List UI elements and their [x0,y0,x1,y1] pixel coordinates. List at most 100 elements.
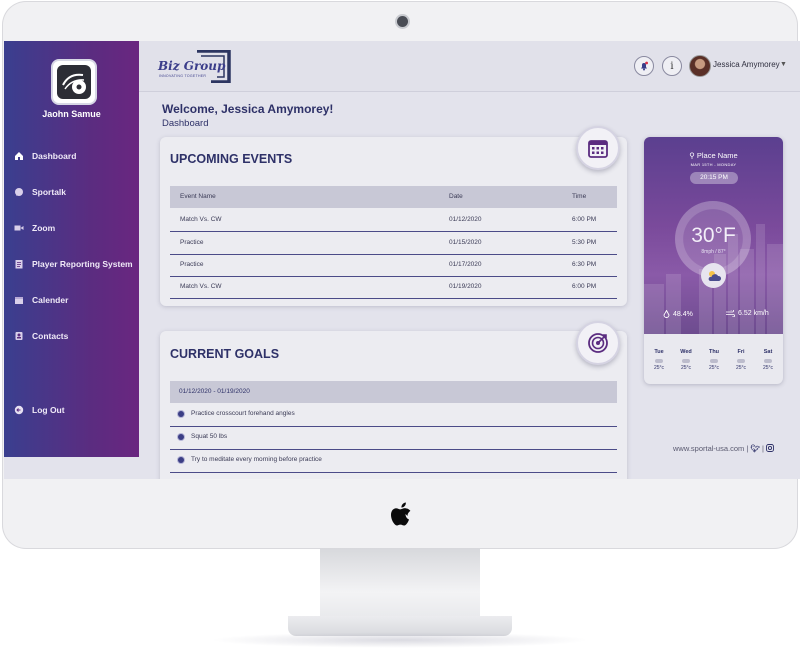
event-name: Match Vs. CW [180,283,222,290]
sidebar-item-calender[interactable]: Calender [14,292,68,308]
footer-links: www.sportal-usa.com | 🐦︎ | [673,444,775,453]
bullet-icon [178,457,184,463]
instagram-icon[interactable] [766,444,775,452]
soccer-ball-icon [57,65,91,99]
column-header-event-name: Event Name [180,193,216,200]
weather-time: 20:15 PM [690,172,738,184]
forecast-day-temp: 25°c [708,365,720,371]
info-icon: i [670,60,674,72]
forecast-day: Tue 25°c [647,349,671,371]
forecast-day-name: Wed [680,349,692,355]
monitor-stand [320,548,480,622]
cloud-icon [764,359,772,363]
logout-button[interactable]: Log Out [14,402,65,418]
droplet-icon [663,310,670,318]
column-header-date: Date [449,193,463,200]
bell-icon [641,61,648,71]
apple-logo-icon [391,502,411,526]
goal-text: Practice crosscourt forehand angles [191,410,295,417]
top-header: Biz Group INNOVATING TOGETHER i Jessica … [139,41,800,92]
goals-date-range-text: 01/12/2020 - 01/19/2020 [179,388,250,395]
weather-place-name: Place Name [696,151,738,160]
forecast-day: Fri 25°c [729,349,753,371]
table-row[interactable]: Match Vs. CW 01/19/2020 6:00 PM [170,276,617,299]
goal-text: Try to meditate every morning before pra… [191,456,322,463]
forecast-day: Sat 25°c [756,349,780,371]
sidebar-item-contacts[interactable]: Contacts [14,328,68,344]
sidebar-item-player-reporting[interactable]: Player Reporting System [14,256,133,272]
wind-icon [726,310,735,317]
forecast-day-name: Fri [737,349,745,355]
user-avatar[interactable] [51,59,97,105]
weather-date: MAR 15TH - MONDAY [690,162,737,167]
table-row[interactable]: Practice 01/17/2020 6:30 PM [170,254,617,277]
sidebar: Jaohn Samue Dashboard Sportalk Zoom Play… [4,41,139,457]
cloud-icon [655,359,663,363]
page-title: Dashboard [162,118,209,129]
list-item[interactable]: Try to meditate every morning before pra… [170,449,617,473]
table-row[interactable]: Practice 01/15/2020 5:30 PM [170,232,617,255]
forecast-day: Wed 25°c [674,349,698,371]
event-time: 6:30 PM [572,261,597,268]
monitor-shadow [210,632,590,648]
goals-date-range: 01/12/2020 - 01/19/2020 [170,381,617,403]
calendar-icon [576,126,620,170]
cloud-icon [710,359,718,363]
forecast-day-name: Thu [708,349,720,355]
forecast-day-temp: 25°c [762,365,774,371]
wind-readout: 6.52 km/h [726,310,769,317]
video-icon [14,225,24,231]
forecast-day-temp: 25°c [735,365,747,371]
table-row[interactable]: Match Vs. CW 01/12/2020 6:00 PM [170,209,617,232]
location-pin-icon: ⚲ [689,151,695,160]
forecast-day-name: Tue [654,349,664,355]
sidebar-item-sportalk[interactable]: Sportalk [14,184,66,200]
camera-icon [397,16,408,27]
event-date: 01/12/2020 [449,216,482,223]
event-name: Match Vs. CW [180,216,222,223]
sidebar-item-label: Dashboard [32,151,77,161]
weather-widget: ⚲ Place Name MAR 15TH - MONDAY 20:15 PM … [644,137,783,384]
header-user-avatar[interactable] [689,55,711,77]
monitor-frame: Jaohn Samue Dashboard Sportalk Zoom Play… [2,1,800,549]
sidebar-user-name: Jaohn Samue [42,109,101,119]
sidebar-item-zoom[interactable]: Zoom [14,220,55,236]
current-goals-title: CURRENT GOALS [170,347,280,361]
info-button[interactable]: i [662,56,682,76]
forecast-day: Thu 25°c [702,349,726,371]
event-date: 01/15/2020 [449,239,482,246]
weather-panel: ⚲ Place Name MAR 15TH - MONDAY 20:15 PM … [644,137,783,334]
forecast-day-temp: 25°c [653,365,665,371]
contacts-icon [15,332,23,340]
logout-label: Log Out [32,405,65,415]
twitter-icon[interactable]: 🐦︎ [750,444,760,453]
forecast-day-temp: 25°c [680,365,692,371]
sidebar-item-label: Contacts [32,331,69,341]
target-icon [576,321,620,365]
list-item[interactable]: Squat 50 lbs [170,426,617,450]
bizgroup-logo[interactable]: Biz Group INNOVATING TOGETHER [157,50,231,83]
website-link[interactable]: www.sportal-usa.com | [673,444,748,453]
notifications-button[interactable] [634,56,654,76]
weather-wind-detail: 8mph / 87° [701,249,726,255]
events-table-header: Event Name Date Time [170,186,617,208]
event-time: 6:00 PM [572,283,597,290]
wind-speed-value: 6.52 km/h [738,310,769,317]
report-icon [15,260,23,269]
upcoming-events-card: UPCOMING EVENTS Event Name Date Time Mat… [160,126,627,306]
list-item[interactable]: Practice crosscourt forehand angles [170,403,617,427]
partly-cloudy-icon [701,263,726,288]
sidebar-item-dashboard[interactable]: Dashboard [14,148,76,164]
calendar-icon [15,297,23,304]
header-user-name[interactable]: Jessica Amymorey [713,60,780,69]
humidity-readout: 48.4% [663,310,693,319]
app-screen: Jaohn Samue Dashboard Sportalk Zoom Play… [4,41,800,479]
logout-icon [14,405,24,415]
upcoming-events-title: UPCOMING EVENTS [170,152,293,166]
event-name: Practice [180,239,204,246]
sidebar-item-label: Player Reporting System [32,259,133,269]
goal-text: Squat 50 lbs [191,433,228,440]
logo-tagline: INNOVATING TOGETHER [159,74,207,78]
chevron-down-icon[interactable]: ▼ [780,61,787,68]
event-time: 5:30 PM [572,239,597,246]
